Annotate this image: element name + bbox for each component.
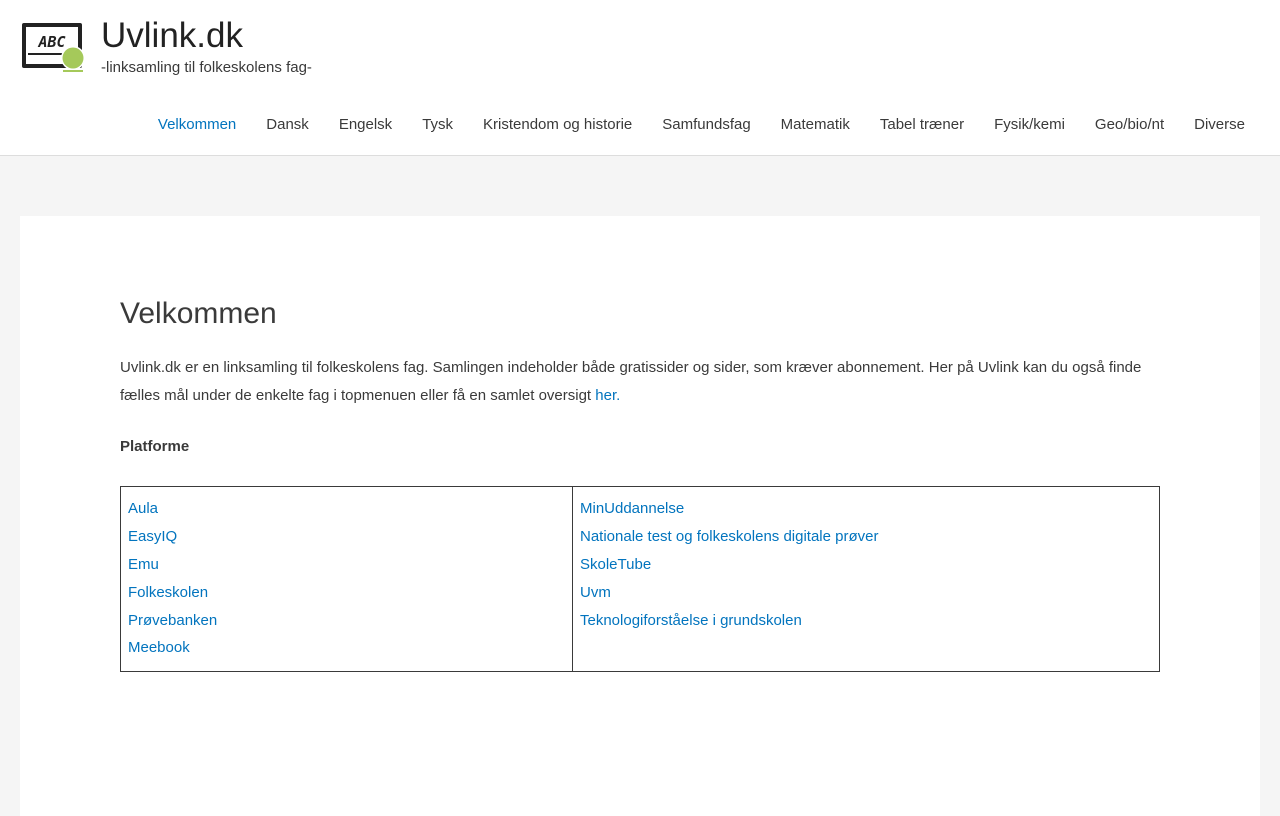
platform-link-meebook[interactable]: Meebook [128,635,565,661]
nav-item-geo-bio-nt[interactable]: Geo/bio/nt [1080,104,1179,146]
nav-item-tabel-træner[interactable]: Tabel træner [865,104,979,146]
platform-link-uvm[interactable]: Uvm [580,579,1152,607]
content-card: Velkommen Uvlink.dk er en linksamling ti… [20,216,1260,816]
platform-link-emu[interactable]: Emu [128,551,565,579]
nav-item-dansk[interactable]: Dansk [251,104,324,146]
logo-text: ABC [37,33,65,51]
main-navigation: Velkommen Dansk Engelsk Tysk Kristendom og h… [143,104,1260,146]
platform-link-minuddannelse[interactable]: MinUddannelse [580,495,1152,523]
platforms-table: Aula EasyIQ Emu Folkeskolen Prøvebanken Meebo… [120,486,1160,672]
platform-link-easyiq[interactable]: EasyIQ [128,523,565,551]
nav-item-matematik[interactable]: Matematik [766,104,865,146]
nav-item-velkommen[interactable]: Velkommen [143,104,251,146]
platform-link-teknologiforståelse-i-grundskolen[interactable]: Teknologiforståelse i grundskolen [580,607,1152,635]
page-title: Velkommen [120,297,277,330]
logo-accent-dot [62,47,84,69]
nav-item-tysk[interactable]: Tysk [407,104,468,146]
nav-item-diverse[interactable]: Diverse [1179,104,1260,146]
platform-link-nationale-test-og-folkeskolens-digitale-prøver[interactable]: Nationale test og folkeskolens digitale … [580,523,1152,551]
site-logo-icon[interactable]: ABC [20,20,88,74]
platform-link-folkeskolen[interactable]: Folkeskolen [128,579,565,607]
nav-item-fysik-kemi[interactable]: Fysik/kemi [979,104,1080,146]
platforms-heading: Platforme [120,438,190,455]
platform-link-skoletube[interactable]: SkoleTube [580,551,1152,579]
platforms-column-right: MinUddannelse Nationale test og folkeskol… [572,486,1160,672]
platform-link-aula[interactable]: Aula [128,495,565,523]
intro-text: Uvlink.dk er en linksamling til folkesko… [120,359,1142,404]
table-row: Aula EasyIQ Emu Folkeskolen Prøvebanken Meebo… [120,486,1160,672]
platforms-column-left: Aula EasyIQ Emu Folkeskolen Prøvebanken Meebo… [120,486,573,672]
nav-item-samfundsfag[interactable]: Samfundsfag [647,104,765,146]
site-title[interactable]: Uvlink.dk [101,14,243,58]
nav-item-engelsk[interactable]: Engelsk [324,104,407,146]
nav-item-kristendom-og-historie[interactable]: Kristendom og historie [468,104,647,146]
overview-link[interactable]: her. [595,387,620,404]
site-header: ABC Uvlink.dk -linksamling til folkeskol… [0,0,1280,156]
intro-paragraph: Uvlink.dk er en linksamling til folkesko… [120,354,1160,410]
platform-link-prøvebanken[interactable]: Prøvebanken [128,607,565,635]
site-tagline: -linksamling til folkeskolens fag- [101,59,312,76]
